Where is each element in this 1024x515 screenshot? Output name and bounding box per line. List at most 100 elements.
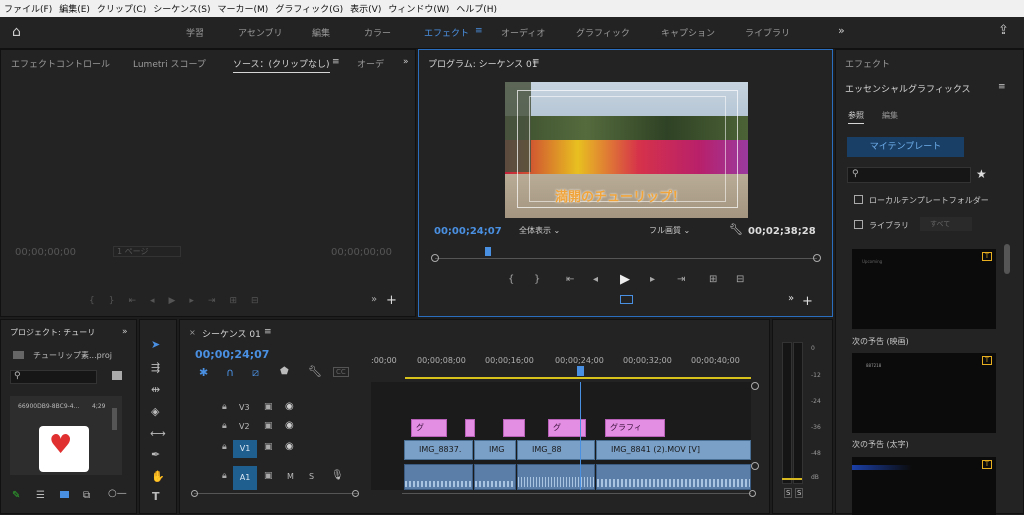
sync-icon[interactable]: ▣: [264, 471, 273, 481]
audio-clip[interactable]: [474, 464, 516, 490]
play-icon[interactable]: ▶: [620, 272, 630, 287]
audio-clip[interactable]: [404, 464, 473, 490]
insert-icon[interactable]: ⊞: [709, 274, 717, 285]
project-media-item[interactable]: 66900DB9-8BC9-4... 4;29 ♥: [10, 396, 122, 475]
scrubber-start-handle[interactable]: [431, 254, 439, 262]
linked-selection-icon[interactable]: ∩: [226, 366, 234, 379]
menu-help[interactable]: ヘルプ(H): [452, 2, 500, 15]
pencil-icon[interactable]: ✎: [12, 490, 20, 501]
zoom-slider-handle-icon[interactable]: ○—: [108, 488, 127, 499]
template-search-input[interactable]: ⚲: [847, 167, 971, 183]
lock-icon[interactable]: 🔒︎: [222, 402, 227, 412]
selection-tool-icon[interactable]: ➤: [151, 338, 160, 351]
video-clip[interactable]: IMG_88: [517, 440, 595, 460]
track-select-tool-icon[interactable]: ⇶: [151, 361, 160, 374]
lock-icon[interactable]: 🔒︎: [222, 421, 227, 431]
icon-view-icon[interactable]: [60, 491, 69, 498]
local-folder-checkbox[interactable]: [854, 195, 863, 204]
mark-out-icon[interactable]: }: [534, 274, 540, 285]
source-overflow-icon-2[interactable]: »: [371, 294, 377, 305]
program-video-frame[interactable]: 満開のチューリップ！: [505, 82, 748, 218]
workspace-edit[interactable]: 編集: [312, 26, 330, 39]
track-label-v1[interactable]: V1: [233, 440, 257, 458]
tab-effect-controls[interactable]: エフェクトコントロール: [11, 57, 110, 70]
sync-icon[interactable]: ▣: [264, 402, 273, 412]
sequence-menu-icon[interactable]: ≡: [264, 327, 272, 337]
menu-file[interactable]: ファイル(F): [0, 2, 55, 15]
pen-tool-icon[interactable]: ✒: [151, 448, 160, 461]
template-thumb-2[interactable]: 887218 T: [852, 353, 996, 433]
source-add-button-icon[interactable]: +: [386, 293, 397, 308]
header-scroll-end[interactable]: [352, 490, 359, 497]
source-transport-controls[interactable]: {}⇤◂▶▸⇥⊞⊟: [89, 296, 273, 306]
workspace-effects[interactable]: エフェクト: [424, 26, 469, 39]
menu-sequence[interactable]: シーケンス(S): [149, 2, 213, 15]
razor-tool-icon[interactable]: ◈: [151, 405, 159, 418]
share-icon[interactable]: ⇪: [998, 23, 1009, 38]
star-icon[interactable]: ★: [976, 167, 987, 181]
source-page-select[interactable]: 1 ページ: [113, 246, 181, 257]
lock-icon[interactable]: 🔒︎: [222, 442, 227, 452]
scrubber-end-handle[interactable]: [813, 254, 821, 262]
hand-tool-icon[interactable]: ✋: [151, 470, 165, 483]
add-marker-link-icon[interactable]: ⧄: [252, 366, 259, 380]
workspace-menu-icon[interactable]: ≡: [475, 26, 483, 36]
go-to-out-icon[interactable]: ⇥: [677, 274, 685, 285]
new-bin-icon[interactable]: [112, 371, 122, 380]
library-select[interactable]: すべて: [920, 217, 972, 231]
project-overflow-icon[interactable]: »: [122, 327, 128, 337]
tab-edit[interactable]: 編集: [882, 110, 898, 121]
program-timecode-current[interactable]: 00;00;24;07: [434, 226, 502, 237]
menu-graphics[interactable]: グラフィック(G): [271, 2, 346, 15]
program-zoom-select[interactable]: 全体表示 ⌄: [519, 225, 587, 236]
type-tool-icon[interactable]: T: [152, 490, 160, 503]
tab-lumetri-scopes[interactable]: Lumetri スコープ: [133, 57, 206, 70]
go-to-in-icon[interactable]: ⇤: [566, 274, 574, 285]
eg-menu-icon[interactable]: ≡: [998, 82, 1006, 92]
tab-effects[interactable]: エフェクト: [845, 57, 890, 70]
timeline-settings-icon[interactable]: 🔧︎: [308, 365, 322, 378]
source-overflow-icon[interactable]: »: [403, 57, 409, 67]
track-label-a1[interactable]: A1: [233, 466, 257, 490]
workspace-audio[interactable]: オーディオ: [501, 26, 545, 39]
tab-browse[interactable]: 参照: [848, 110, 864, 124]
project-search-input[interactable]: ⚲: [10, 370, 97, 384]
lock-icon[interactable]: 🔒︎: [222, 471, 227, 481]
header-scroll-start[interactable]: [191, 490, 198, 497]
program-playhead[interactable]: [485, 247, 491, 256]
video-clip[interactable]: IMG_8841 (2).MOV [V]: [596, 440, 751, 460]
eye-icon[interactable]: ◉: [285, 401, 294, 412]
audio-clip[interactable]: [517, 464, 595, 490]
tab-sequence[interactable]: シーケンス 01: [202, 327, 261, 340]
workspace-color[interactable]: カラー: [364, 26, 391, 39]
list-view-icon[interactable]: ☰: [36, 490, 45, 501]
graphic-clip[interactable]: [465, 419, 475, 437]
mute-button[interactable]: M: [287, 472, 294, 481]
video-clip[interactable]: IMG_8837.: [404, 440, 473, 460]
timeline-playhead-line[interactable]: [580, 382, 581, 490]
menu-edit[interactable]: 編集(E): [55, 2, 93, 15]
menu-window[interactable]: ウィンドウ(W): [384, 2, 452, 15]
marker-icon[interactable]: ⬟: [280, 366, 289, 377]
tab-source[interactable]: ソース：(クリップなし): [233, 57, 330, 73]
workspace-libraries[interactable]: ライブラリ: [745, 26, 790, 39]
sync-icon[interactable]: ▣: [264, 442, 273, 452]
timeline-vscroll-handle[interactable]: [751, 382, 759, 390]
timeline-vscroll-end[interactable]: [751, 462, 759, 470]
close-sequence-icon[interactable]: ×: [189, 328, 196, 337]
solo-button[interactable]: S: [309, 472, 314, 481]
timeline-tracks-area[interactable]: グ グ グラフィ IMG_8837. IMG IMG_88 IMG_8841 (…: [371, 382, 751, 490]
program-quality-select[interactable]: フル画質 ⌄: [649, 225, 717, 236]
workspace-learn[interactable]: 学習: [186, 26, 204, 39]
audio-clip[interactable]: [596, 464, 751, 490]
eye-icon[interactable]: ◉: [285, 441, 294, 452]
video-clip[interactable]: IMG: [474, 440, 516, 460]
wrench-icon[interactable]: 🔧︎: [729, 223, 743, 236]
solo-left-button[interactable]: S: [784, 488, 793, 498]
slip-tool-icon[interactable]: ⟷: [150, 427, 166, 440]
microphone-icon[interactable]: 🎙︎: [331, 470, 344, 481]
header-scrollbar[interactable]: [194, 493, 359, 494]
workspace-captions[interactable]: キャプション: [661, 26, 715, 39]
eye-icon[interactable]: ◉: [285, 420, 294, 431]
program-add-button-icon[interactable]: +: [802, 294, 813, 309]
